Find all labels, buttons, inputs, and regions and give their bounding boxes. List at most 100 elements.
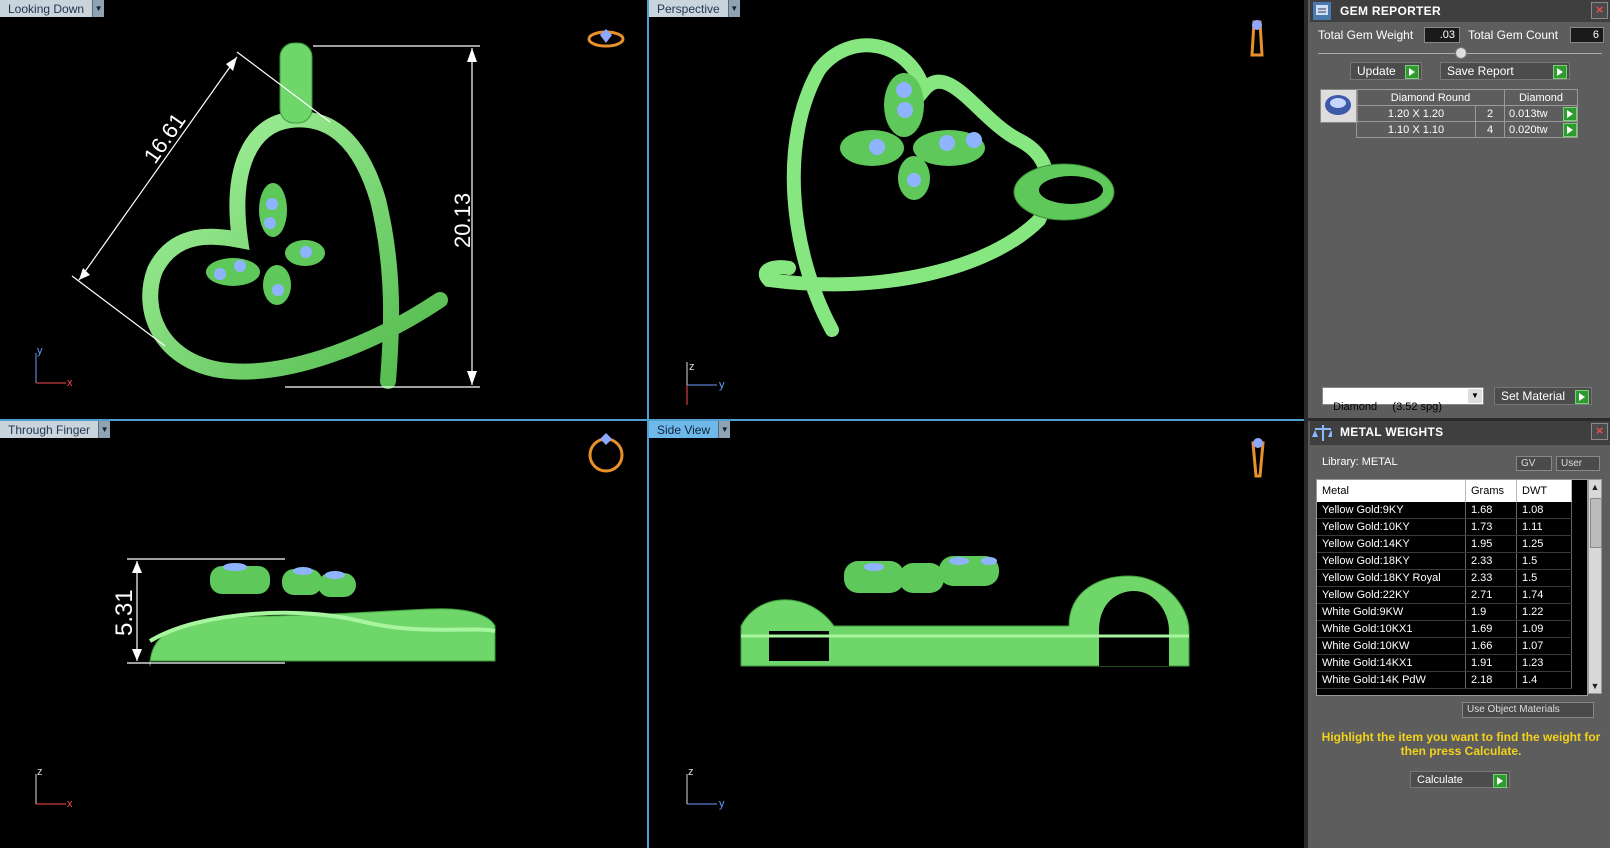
play-icon [1575,390,1589,404]
total-gem-count-value: 6 [1570,27,1604,43]
calculate-label: Calculate [1417,774,1463,786]
dwt-cell: 1.22 [1516,603,1572,621]
play-icon [1553,65,1567,79]
calculate-button[interactable]: Calculate [1410,771,1510,788]
viewport-perspective[interactable]: Perspective ▼ z y [649,0,1304,419]
model-perspective-view: z y [686,20,1264,405]
gem-row-action-icon[interactable] [1563,107,1577,121]
metal-row[interactable]: Yellow Gold:14KY 1.95 1.25 [1317,535,1572,553]
save-report-button[interactable]: Save Report [1440,62,1570,80]
close-icon[interactable]: × [1591,2,1608,19]
use-object-materials-toggle[interactable]: Use Object Materials [1462,702,1594,718]
svg-text:z: z [688,766,694,778]
gem-table: Diamond Round Diamond 1.20 X 1.20 2 0.01… [1356,89,1578,138]
grams-cell: 1.69 [1465,620,1517,638]
dwt-cell: 1.74 [1516,586,1572,604]
metal-row[interactable]: White Gold:10KW 1.66 1.07 [1317,637,1572,655]
gv-toggle[interactable]: GV [1516,456,1552,471]
viewport-through-finger[interactable]: Through Finger ▼ 5.31 z x [0,421,647,848]
metal-col-grams[interactable]: Grams [1465,480,1517,502]
update-label: Update [1357,64,1396,78]
grams-cell: 1.9 [1465,603,1517,621]
ring-orientation-icon[interactable] [587,29,625,48]
dropdown-arrow-icon[interactable]: ▼ [98,421,111,438]
grams-cell: 1.73 [1465,518,1517,536]
scroll-down-icon[interactable]: ▼ [1589,679,1601,693]
grams-cell: 1.68 [1465,502,1517,519]
metal-name-cell: White Gold:14K PdW [1317,671,1466,689]
dropdown-arrow-icon[interactable]: ▼ [718,421,731,438]
metal-row[interactable]: White Gold:9KW 1.9 1.22 [1317,603,1572,621]
metal-row[interactable]: Yellow Gold:10KY 1.73 1.11 [1317,518,1572,536]
metal-row[interactable]: Yellow Gold:18KY Royal 2.33 1.5 [1317,569,1572,587]
grams-cell: 1.91 [1465,654,1517,672]
total-gem-count-label: Total Gem Count [1468,28,1559,42]
total-gem-weight-value: .03 [1424,27,1460,43]
material-select-value: Diamond (3.52 spg) [1333,401,1442,413]
set-material-label: Set Material [1501,389,1566,403]
calculate-hint: Highlight the item you want to find the … [1321,730,1601,758]
gem-row[interactable]: 1.20 X 1.20 2 0.013tw [1356,105,1578,122]
gem-reporter-header: GEM REPORTER × [1310,0,1610,22]
metal-name-cell: Yellow Gold:18KY Royal [1317,569,1466,587]
metal-col-name[interactable]: Metal [1317,480,1466,502]
metal-name-cell: White Gold:14KX1 [1317,654,1466,672]
metal-row[interactable]: White Gold:14KX1 1.91 1.23 [1317,654,1572,672]
user-toggle[interactable]: User [1556,456,1600,471]
ring-orientation-icon[interactable] [1250,20,1264,57]
viewport-label-side-view[interactable]: Side View ▼ [649,421,731,438]
grams-cell: 2.33 [1465,552,1517,570]
viewport-looking-down[interactable]: Looking Down ▼ 16.61 20.13 y x [0,0,647,419]
metal-col-dwt[interactable]: DWT [1516,480,1572,502]
metal-row[interactable]: Yellow Gold:9KY 1.68 1.08 [1317,502,1572,519]
viewport-title: Side View [649,421,719,438]
ring-orientation-icon[interactable] [1251,438,1265,478]
gem-row[interactable]: 1.10 X 1.10 4 0.020tw [1356,121,1578,138]
gem-row-action-icon[interactable] [1563,123,1577,137]
material-select[interactable]: Diamond (3.52 spg) ▼ [1322,387,1484,413]
grams-cell: 1.95 [1465,535,1517,553]
collapse-knob-icon[interactable] [1455,47,1467,59]
metal-name-cell: White Gold:9KW [1317,603,1466,621]
set-material-button[interactable]: Set Material [1494,387,1592,405]
viewport-title: Through Finger [0,421,99,438]
metal-table-scrollbar[interactable]: ▲ ▼ [1588,479,1602,694]
dwt-cell: 1.25 [1516,535,1572,553]
svg-text:x: x [67,798,73,810]
metal-row[interactable]: Yellow Gold:18KY 2.33 1.5 [1317,552,1572,570]
flower-gems [844,556,999,593]
scroll-thumb[interactable] [1590,498,1602,548]
metal-name-cell: Yellow Gold:9KY [1317,502,1466,519]
dwt-cell: 1.5 [1516,552,1572,570]
axis-gizmo: y x [35,345,73,389]
metal-row[interactable]: Yellow Gold:22KY 2.71 1.74 [1317,586,1572,604]
metal-table[interactable]: Metal Grams DWT Yellow Gold:9KY 1.68 1.08 Y… [1316,479,1588,696]
viewport-label-perspective[interactable]: Perspective ▼ [649,0,740,17]
viewport-title: Perspective [649,0,728,17]
viewport-side-view[interactable]: Side View ▼ z y [649,421,1304,848]
grams-cell: 2.18 [1465,671,1517,689]
metal-name-cell: Yellow Gold:18KY [1317,552,1466,570]
dropdown-arrow-icon[interactable]: ▼ [92,0,105,17]
dropdown-arrow-icon[interactable]: ▼ [727,0,740,17]
close-icon[interactable]: × [1591,423,1608,440]
viewport-label-looking-down[interactable]: Looking Down ▼ [0,0,105,17]
dwt-cell: 1.23 [1516,654,1572,672]
metal-row[interactable]: White Gold:10KX1 1.69 1.09 [1317,620,1572,638]
diamond-round-thumbnail [1320,89,1358,123]
dwt-cell: 1.5 [1516,569,1572,587]
ring-orientation-icon[interactable] [588,433,624,473]
viewport-label-through-finger[interactable]: Through Finger ▼ [0,421,111,438]
update-button[interactable]: Update [1350,62,1422,80]
dwt-cell: 1.09 [1516,620,1572,638]
metal-row[interactable]: White Gold:14K PdW 2.18 1.4 [1317,671,1572,689]
dim-label-height: 20.13 [450,193,475,248]
grams-cell: 2.33 [1465,569,1517,587]
model-top-view: 16.61 20.13 y x [35,29,625,389]
axis-gizmo: z y [686,361,725,405]
metal-name-cell: White Gold:10KW [1317,637,1466,655]
chevron-down-icon: ▼ [1468,389,1482,403]
scroll-up-icon[interactable]: ▲ [1589,480,1601,494]
sidebar-splitter[interactable] [1304,0,1308,848]
dwt-cell: 1.08 [1516,502,1572,519]
